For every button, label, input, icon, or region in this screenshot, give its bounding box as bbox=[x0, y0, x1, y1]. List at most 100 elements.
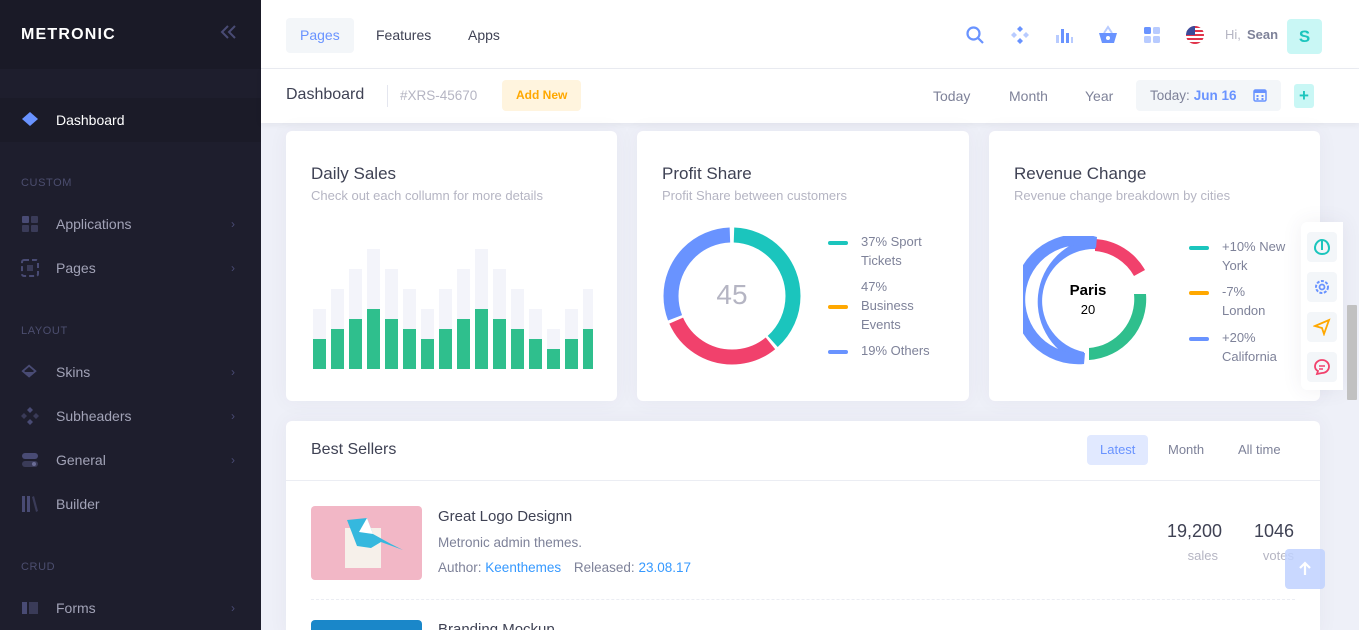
sidebar-item-applications[interactable]: Applications › bbox=[0, 202, 261, 246]
sidebar-item-skins[interactable]: Skins › bbox=[0, 350, 261, 394]
legend-label: 19% Others bbox=[861, 343, 930, 358]
card-title: Best Sellers bbox=[311, 441, 397, 458]
chat-icon[interactable] bbox=[1307, 352, 1337, 382]
layout-builder-icon[interactable] bbox=[1307, 232, 1337, 262]
best-sellers-card: Best Sellers Latest Month All time Great… bbox=[286, 421, 1320, 630]
date-picker[interactable]: Today: Jun 16 bbox=[1136, 80, 1281, 111]
send-icon[interactable] bbox=[1307, 312, 1337, 342]
sidebar-item-pages[interactable]: Pages › bbox=[0, 246, 261, 290]
bucket-icon bbox=[21, 363, 39, 381]
page-code: #XRS-45670 bbox=[400, 88, 478, 103]
chevron-right-icon: › bbox=[231, 601, 235, 615]
sidebar-item-label: Dashboard bbox=[56, 112, 125, 128]
date-label: Today: bbox=[1150, 88, 1190, 103]
sidebar-item-forms[interactable]: Forms › bbox=[0, 586, 261, 630]
bar[interactable] bbox=[493, 319, 506, 369]
tab-latest[interactable]: Latest bbox=[1087, 435, 1149, 465]
add-icon[interactable]: + bbox=[1294, 84, 1314, 108]
us-flag-icon[interactable] bbox=[1184, 24, 1206, 46]
legend-business-events: 47% Business Events bbox=[828, 277, 914, 334]
tab-all-time[interactable]: All time bbox=[1225, 435, 1294, 465]
forms-icon bbox=[21, 599, 39, 617]
bar[interactable] bbox=[511, 329, 524, 369]
brand-logo[interactable]: METRONIC bbox=[21, 26, 116, 44]
legend-marker bbox=[828, 241, 848, 245]
bar[interactable] bbox=[349, 319, 362, 369]
diamond-icon[interactable] bbox=[1009, 24, 1031, 46]
product-title[interactable]: Branding Mockup bbox=[438, 621, 555, 630]
sidebar-item-subheaders[interactable]: Subheaders › bbox=[0, 394, 261, 438]
card-subtitle: Check out each collumn for more details bbox=[311, 188, 543, 203]
chart-bar-icon[interactable] bbox=[1053, 24, 1075, 46]
layers-icon bbox=[21, 111, 39, 129]
product-thumbnail[interactable] bbox=[311, 620, 422, 630]
sidebar-item-dashboard[interactable]: Dashboard bbox=[0, 98, 261, 142]
author-label: Author: bbox=[438, 560, 482, 575]
filter-month[interactable]: Month bbox=[1009, 88, 1048, 104]
filter-today[interactable]: Today bbox=[933, 88, 970, 104]
bar[interactable] bbox=[439, 329, 452, 369]
product-thumbnail[interactable] bbox=[311, 506, 422, 580]
search-icon[interactable] bbox=[964, 24, 986, 46]
legend-marker bbox=[1189, 246, 1209, 250]
collapse-sidebar-icon[interactable] bbox=[219, 24, 239, 45]
product-title[interactable]: Great Logo Designn bbox=[438, 508, 572, 525]
page-scrollbar[interactable] bbox=[1347, 305, 1357, 400]
legend-sport-tickets: 37% Sport Tickets bbox=[828, 232, 922, 270]
gear-icon[interactable] bbox=[1307, 272, 1337, 302]
sidebar-section-custom: CUSTOM bbox=[21, 177, 73, 189]
legend-label: 47% Business Events bbox=[861, 279, 914, 332]
revenue-change-card: Revenue Change Revenue change breakdown … bbox=[989, 131, 1320, 401]
tab-features[interactable]: Features bbox=[362, 18, 445, 53]
tab-pages[interactable]: Pages bbox=[286, 18, 354, 53]
user-name[interactable]: Sean bbox=[1247, 27, 1278, 42]
bar[interactable] bbox=[331, 329, 344, 369]
card-title: Revenue Change bbox=[1014, 164, 1147, 183]
chevron-right-icon: › bbox=[231, 217, 235, 231]
sales-value: 19,200 bbox=[1166, 521, 1222, 541]
sidebar-item-builder[interactable]: Builder bbox=[0, 482, 261, 526]
bar[interactable] bbox=[403, 329, 416, 369]
card-subtitle: Revenue change breakdown by cities bbox=[1014, 188, 1231, 203]
donut-segment-new-york[interactable] bbox=[1095, 239, 1145, 276]
legend-label: -7% London bbox=[1222, 284, 1266, 318]
bar[interactable] bbox=[457, 319, 470, 369]
basket-icon[interactable] bbox=[1097, 24, 1119, 46]
apps-grid-icon bbox=[21, 215, 39, 233]
bar[interactable] bbox=[529, 339, 542, 369]
avatar[interactable]: S bbox=[1287, 19, 1322, 54]
donut-center-value: 20 bbox=[1080, 302, 1096, 317]
bar[interactable] bbox=[475, 309, 488, 369]
legend-others: 19% Others bbox=[828, 341, 930, 360]
bar[interactable] bbox=[421, 339, 434, 369]
chevron-right-icon: › bbox=[231, 365, 235, 379]
author-link[interactable]: Keenthemes bbox=[485, 560, 561, 575]
bar[interactable] bbox=[583, 329, 593, 369]
sidebar-item-general[interactable]: General › bbox=[0, 438, 261, 482]
calendar-icon bbox=[1253, 88, 1267, 105]
filter-year[interactable]: Year bbox=[1085, 88, 1113, 104]
add-new-button[interactable]: Add New bbox=[502, 80, 582, 111]
bar[interactable] bbox=[547, 349, 560, 369]
sidebar-item-label: General bbox=[56, 452, 106, 468]
legend-marker bbox=[1189, 291, 1209, 295]
bar[interactable] bbox=[313, 339, 326, 369]
bar[interactable] bbox=[385, 319, 398, 369]
bar[interactable] bbox=[367, 309, 380, 369]
daily-sales-card: Daily Sales Check out each collumn for m… bbox=[286, 131, 617, 401]
card-title: Daily Sales bbox=[311, 164, 397, 183]
sidebar-item-label: Builder bbox=[56, 496, 100, 512]
pages-icon bbox=[21, 259, 39, 277]
released-label: Released: bbox=[573, 560, 635, 575]
tab-month[interactable]: Month bbox=[1155, 435, 1217, 465]
subheader: Dashboard #XRS-45670 Add New Today Month… bbox=[261, 69, 1359, 123]
chevron-right-icon: › bbox=[231, 409, 235, 423]
tab-apps[interactable]: Apps bbox=[454, 18, 514, 53]
legend-label: 37% Sport Tickets bbox=[861, 234, 922, 268]
grid-icon[interactable] bbox=[1141, 24, 1163, 46]
product-description: Metronic admin themes. bbox=[438, 535, 583, 550]
votes-value: 1046 bbox=[1253, 521, 1294, 541]
bar[interactable] bbox=[565, 339, 578, 369]
scroll-top-button[interactable] bbox=[1285, 549, 1325, 589]
product-meta: Author: Keenthemes Released: 23.08.17 bbox=[438, 560, 691, 575]
